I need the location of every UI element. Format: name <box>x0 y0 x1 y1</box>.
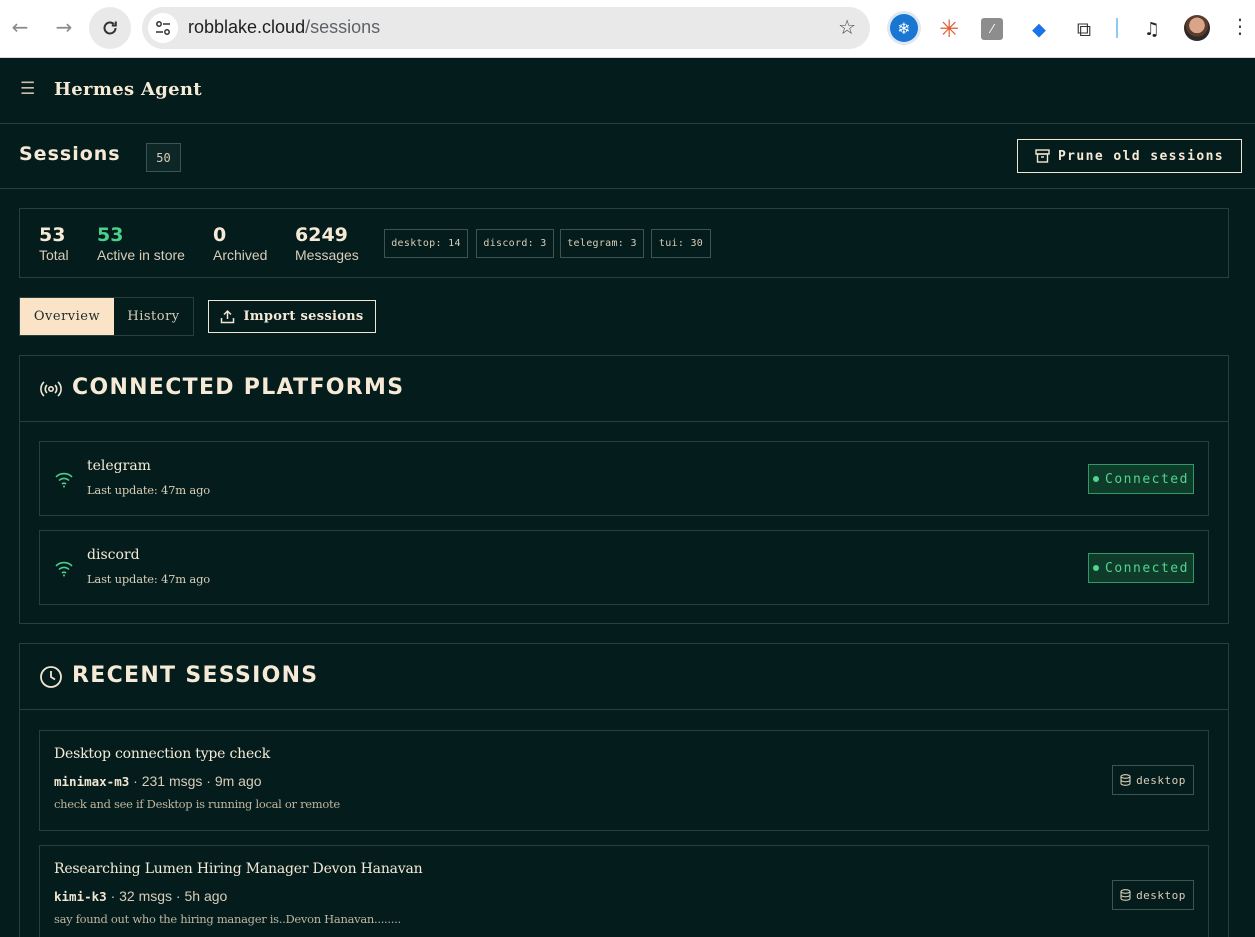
panel-title: RECENT SESSIONS <box>72 663 319 688</box>
extension-starburst-icon[interactable]: ✳ <box>936 15 962 43</box>
status-label: Connected <box>1105 471 1189 487</box>
import-label: Import sessions <box>243 309 364 324</box>
panel-header: CONNECTED PLATFORMS <box>20 356 1228 422</box>
stats-panel: 53 Total 53 Active in store 0 Archived 6… <box>19 208 1229 278</box>
session-model: kimi-k3 <box>54 889 107 904</box>
connected-platforms-panel: CONNECTED PLATFORMS telegram Last update… <box>19 355 1229 624</box>
wifi-icon <box>55 561 73 577</box>
stat-label: Active in store <box>97 247 185 263</box>
source-tag-discord: discord: 3 <box>476 229 554 258</box>
stat-label: Messages <box>295 247 359 263</box>
back-arrow-icon[interactable]: ← <box>2 9 38 45</box>
session-count-badge: 50 <box>146 143 181 172</box>
stat-label: Archived <box>213 247 268 263</box>
platform-row-telegram: telegram Last update: 47m ago Connected <box>39 441 1209 516</box>
clock-icon <box>40 666 62 688</box>
session-stats: · 32 msgs · 5h ago <box>106 888 228 904</box>
session-row[interactable]: Researching Lumen Hiring Manager Devon H… <box>39 845 1209 937</box>
panel-title: CONNECTED PLATFORMS <box>72 375 405 400</box>
view-tabs: Overview History <box>19 297 194 336</box>
session-description: say found out who the hiring manager is.… <box>54 912 401 926</box>
profile-avatar[interactable] <box>1184 15 1210 41</box>
status-dot-icon <box>1093 476 1100 482</box>
stat-value: 0 <box>213 224 227 246</box>
address-bar[interactable]: robblake.cloud/sessions ☆ <box>142 7 870 49</box>
stat-total: 53 Total <box>39 223 69 263</box>
broadcast-icon <box>40 381 62 397</box>
session-title: Researching Lumen Hiring Manager Devon H… <box>54 861 423 877</box>
status-badge: Connected <box>1088 464 1194 494</box>
app-header: ☰ Hermes Agent <box>0 58 1255 124</box>
session-title: Desktop connection type check <box>54 746 270 762</box>
status-dot-icon <box>1093 565 1100 571</box>
stat-label: Total <box>39 247 69 263</box>
hamburger-menu-icon[interactable]: ☰ <box>20 79 35 99</box>
source-label: desktop <box>1136 773 1186 787</box>
prune-label: Prune old sessions <box>1057 148 1225 164</box>
tab-history[interactable]: History <box>114 298 193 335</box>
tab-overview[interactable]: Overview <box>20 298 114 335</box>
app-title: Hermes Agent <box>54 79 202 100</box>
source-tag-telegram: telegram: 3 <box>560 229 644 258</box>
toolbar-divider <box>1116 18 1118 38</box>
extensions-puzzle-icon[interactable]: ⧉ <box>1071 16 1097 42</box>
session-description: check and see if Desktop is running loca… <box>54 797 340 811</box>
recent-sessions-panel: RECENT SESSIONS Desktop connection type … <box>19 643 1229 937</box>
platform-name: discord <box>87 547 140 563</box>
source-tag-desktop: desktop: 14 <box>384 229 468 258</box>
browser-toolbar: ← → robblake.cloud/sessions ☆ ❄ ✳ ⁄ ⬥ ⧉ … <box>0 0 1255 58</box>
stat-messages: 6249 Messages <box>295 223 359 263</box>
extension-tag-icon[interactable]: ⬥ <box>1026 16 1052 42</box>
url-text: robblake.cloud/sessions <box>188 17 381 37</box>
status-badge: Connected <box>1088 553 1194 583</box>
extension-snowflake-icon[interactable]: ❄ <box>890 14 918 42</box>
import-sessions-button[interactable]: Import sessions <box>208 300 376 333</box>
bookmark-star-icon[interactable]: ☆ <box>838 15 856 39</box>
source-label: desktop <box>1136 888 1186 902</box>
session-meta: minimax-m3 · 231 msgs · 9m ago <box>54 773 262 789</box>
platform-last-update: Last update: 47m ago <box>87 572 210 586</box>
archive-icon <box>1035 149 1050 163</box>
upload-icon <box>221 309 235 324</box>
database-icon <box>1120 889 1131 901</box>
status-label: Connected <box>1105 560 1189 576</box>
panel-header: RECENT SESSIONS <box>20 644 1228 710</box>
session-source-badge: desktop <box>1112 880 1194 910</box>
database-icon <box>1120 774 1131 786</box>
stat-active: 53 Active in store <box>97 223 185 263</box>
source-tag-tui: tui: 30 <box>651 229 711 258</box>
platform-row-discord: discord Last update: 47m ago Connected <box>39 530 1209 605</box>
session-row[interactable]: Desktop connection type check minimax-m3… <box>39 730 1209 831</box>
sessions-header: Sessions 50 Prune old sessions <box>0 124 1255 189</box>
wifi-icon <box>55 472 73 488</box>
platform-name: telegram <box>87 458 151 474</box>
session-model: minimax-m3 <box>54 774 130 789</box>
extension-slash-icon[interactable]: ⁄ <box>981 18 1003 40</box>
stat-value: 6249 <box>295 224 348 246</box>
prune-old-sessions-button[interactable]: Prune old sessions <box>1017 139 1242 173</box>
session-stats: · 231 msgs · 9m ago <box>129 773 262 789</box>
reload-icon[interactable] <box>89 7 131 49</box>
media-queue-icon[interactable]: ♫ <box>1139 16 1165 42</box>
browser-menu-icon[interactable]: ⋮ <box>1230 14 1250 38</box>
session-source-badge: desktop <box>1112 765 1194 795</box>
page-title: Sessions <box>19 143 121 165</box>
stat-value: 53 <box>97 224 124 246</box>
platform-last-update: Last update: 47m ago <box>87 483 210 497</box>
stat-value: 53 <box>39 224 66 246</box>
forward-arrow-icon[interactable]: → <box>46 9 82 45</box>
stat-archived: 0 Archived <box>213 223 267 263</box>
session-meta: kimi-k3 · 32 msgs · 5h ago <box>54 888 227 904</box>
site-info-icon[interactable] <box>148 13 178 43</box>
